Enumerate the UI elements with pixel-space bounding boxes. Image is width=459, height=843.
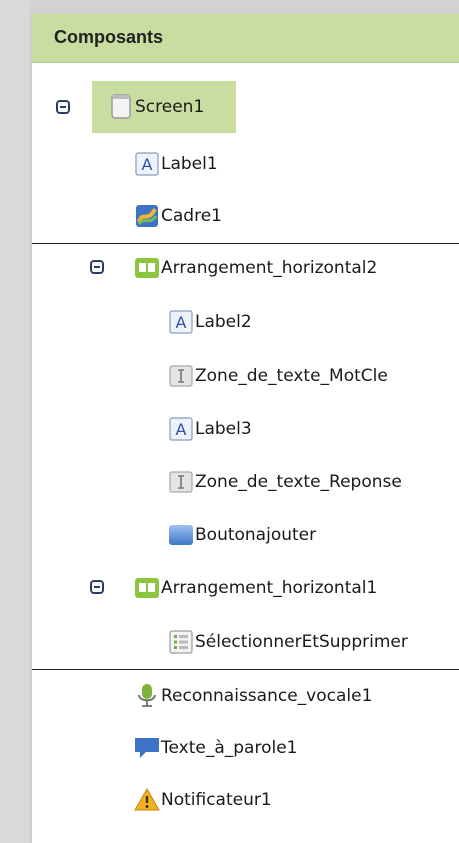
tree-item-arrangement-horizontal1[interactable]: Arrangement_horizontal1 [134, 570, 377, 606]
panel-header: Composants [32, 14, 459, 63]
tree-item-screen1[interactable]: Screen1 [108, 89, 204, 125]
svg-text:A: A [176, 420, 187, 439]
collapse-toggle-arr-h2[interactable] [90, 260, 104, 274]
collapse-toggle-screen1[interactable] [56, 100, 70, 114]
tree-item-reconnaissance-vocale1[interactable]: Reconnaissance_vocale1 [134, 678, 372, 714]
tree-item-texte-a-parole1[interactable]: Texte_à_parole1 [134, 730, 297, 766]
button-icon [168, 522, 194, 548]
tree-item-cadre1[interactable]: Cadre1 [134, 198, 222, 234]
horizontal-arrangement-icon [134, 575, 160, 601]
panel-title: Composants [54, 27, 164, 47]
screen-icon [108, 94, 134, 120]
collapse-toggle-arr-h1[interactable] [90, 580, 104, 594]
components-panel: Composants Screen1 A Label1 Cadre1 Arran… [30, 14, 459, 843]
top-strip [0, 0, 459, 14]
text-to-speech-icon [134, 735, 160, 761]
label-icon: A [168, 309, 194, 335]
tree-item-label1[interactable]: A Label1 [134, 146, 218, 182]
tree-item-notificateur1[interactable]: Notificateur1 [134, 782, 272, 818]
tree-item-zone-de-texte-reponse[interactable]: Zone_de_texte_Reponse [168, 464, 402, 500]
svg-text:A: A [176, 313, 187, 332]
left-gutter [0, 0, 30, 843]
warning-icon [134, 787, 160, 813]
microphone-icon [134, 683, 160, 709]
horizontal-arrangement-icon [134, 255, 160, 281]
tree-item-arrangement-horizontal2[interactable]: Arrangement_horizontal2 [134, 250, 377, 286]
label-icon: A [134, 151, 160, 177]
svg-text:A: A [142, 155, 153, 174]
textbox-icon [168, 469, 194, 495]
tree-item-boutonajouter[interactable]: Boutonajouter [168, 517, 316, 553]
label-icon: A [168, 416, 194, 442]
canvas-icon [134, 203, 160, 229]
listpicker-icon [168, 629, 194, 655]
tree-item-label2[interactable]: A Label2 [168, 304, 252, 340]
tree-label: Screen1 [135, 97, 205, 117]
textbox-icon [168, 363, 194, 389]
tree-item-zone-de-texte-motcle[interactable]: Zone_de_texte_MotCle [168, 358, 388, 394]
tree-item-label3[interactable]: A Label3 [168, 411, 252, 447]
tree-item-selectionneretsupprimer[interactable]: SélectionnerEtSupprimer [168, 624, 408, 660]
